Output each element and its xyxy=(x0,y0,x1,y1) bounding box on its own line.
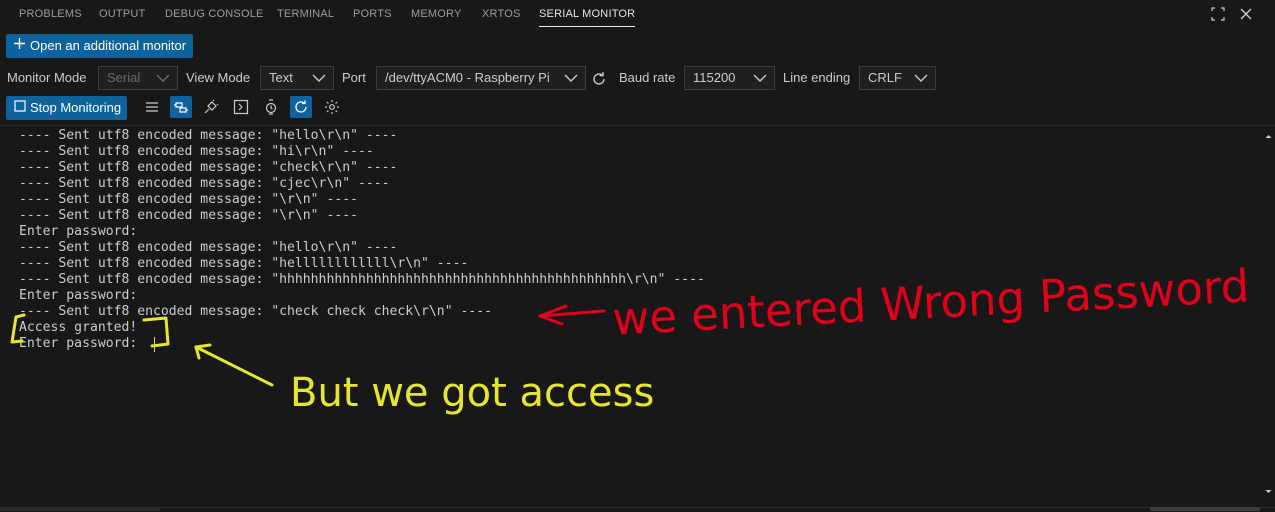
text-cursor xyxy=(154,337,155,352)
monitor-mode-value: Serial xyxy=(107,70,141,85)
view-mode-label: View Mode xyxy=(186,70,251,85)
tab-terminal[interactable]: TERMINAL xyxy=(277,0,334,28)
tab-output[interactable]: OUTPUT xyxy=(99,0,145,28)
terminal-icon[interactable] xyxy=(230,96,252,118)
baud-rate-value: 115200 xyxy=(693,70,736,85)
output-line: ---- Sent utf8 encoded message: "check c… xyxy=(19,304,492,319)
chevron-down-icon xyxy=(311,70,327,89)
status-segment xyxy=(0,507,160,511)
output-line: ---- Sent utf8 encoded message: "\r\n" -… xyxy=(19,208,358,223)
output-line: Enter password: xyxy=(19,336,146,351)
port-value: /dev/ttyACM0 - Raspberry Pi xyxy=(385,70,550,85)
maximize-icon[interactable] xyxy=(1209,5,1227,23)
output-line: Enter password: xyxy=(19,224,138,239)
output-line: Enter password: xyxy=(19,288,138,303)
output-line: ---- Sent utf8 encoded message: "hello\r… xyxy=(19,128,398,143)
output-line: ---- Sent utf8 encoded message: "check\r… xyxy=(19,160,398,175)
refresh-icon[interactable] xyxy=(589,69,609,89)
open-monitor-label: Open an additional monitor xyxy=(30,38,187,53)
view-mode-value: Text xyxy=(269,70,293,85)
output-line: ---- Sent utf8 encoded message: "cjec\r\… xyxy=(19,176,390,191)
output-line: Access granted! xyxy=(19,320,138,335)
chevron-down-icon xyxy=(563,70,579,89)
timestamp-icon[interactable] xyxy=(260,96,282,118)
line-ending-select[interactable]: CRLF xyxy=(859,66,936,90)
tab-memory[interactable]: MEMORY xyxy=(411,0,462,28)
line-ending-label: Line ending xyxy=(783,70,851,85)
checkbox-icon xyxy=(14,96,26,120)
plug-icon[interactable] xyxy=(200,96,222,118)
port-select[interactable]: /dev/ttyACM0 - Raspberry Pi xyxy=(376,66,586,90)
tab-serial-monitor[interactable]: SERIAL MONITOR xyxy=(539,0,636,28)
connect-icon[interactable] xyxy=(170,96,192,118)
chevron-down-icon xyxy=(913,70,929,89)
output-line: ---- Sent utf8 encoded message: "hhhhhhh… xyxy=(19,272,705,287)
baud-rate-label: Baud rate xyxy=(619,70,676,85)
monitor-mode-select[interactable]: Serial xyxy=(98,66,178,90)
tab-debug-console[interactable]: DEBUG CONSOLE xyxy=(165,0,264,28)
settings-gear-icon[interactable] xyxy=(321,96,343,118)
output-line: ---- Sent utf8 encoded message: "hello\r… xyxy=(19,240,398,255)
port-label: Port xyxy=(342,70,366,85)
output-scrollbar[interactable] xyxy=(1262,126,1275,506)
tab-xrtos[interactable]: XRTOS xyxy=(482,0,521,28)
autoscroll-icon[interactable] xyxy=(290,96,312,118)
status-segment xyxy=(1150,507,1260,511)
open-additional-monitor-button[interactable]: Open an additional monitor xyxy=(6,34,194,58)
chevron-down-icon xyxy=(752,70,768,89)
plus-icon xyxy=(13,34,26,58)
panel-tabs: PROBLEMS OUTPUT DEBUG CONSOLE TERMINAL P… xyxy=(0,0,1275,28)
status-bar xyxy=(0,507,1275,512)
output-line: ---- Sent utf8 encoded message: "helllll… xyxy=(19,256,469,271)
monitor-mode-label: Monitor Mode xyxy=(7,70,87,85)
close-icon[interactable] xyxy=(1237,5,1255,23)
view-mode-select[interactable]: Text xyxy=(260,66,334,90)
yellow-annotation-text: But we got access xyxy=(290,370,655,416)
stop-monitoring-button[interactable]: Stop Monitoring xyxy=(6,96,128,120)
output-line: ---- Sent utf8 encoded message: "hi\r\n"… xyxy=(19,144,374,159)
tab-problems[interactable]: PROBLEMS xyxy=(19,0,82,28)
output-line: ---- Sent utf8 encoded message: "\r\n" -… xyxy=(19,192,358,207)
stop-monitoring-label: Stop Monitoring xyxy=(30,100,122,115)
baud-rate-select[interactable]: 115200 xyxy=(684,66,775,90)
chevron-down-icon xyxy=(155,70,171,89)
wrap-icon[interactable] xyxy=(141,96,163,118)
line-ending-value: CRLF xyxy=(868,70,902,85)
tab-ports[interactable]: PORTS xyxy=(353,0,392,28)
